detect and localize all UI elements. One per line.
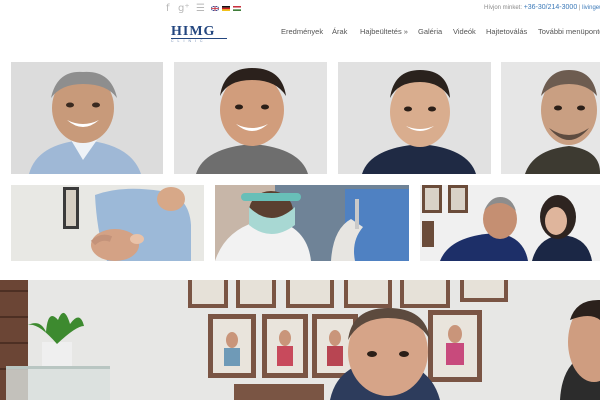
hero-photo: [0, 280, 600, 400]
portrait-image: [174, 62, 327, 174]
nav-item-arak[interactable]: Árak: [332, 27, 347, 36]
nav-item-eredmenyek[interactable]: Eredmények: [281, 27, 323, 36]
top-bar: f g⁺ ☰ Hívjon minket: +36-30/214-3000 | …: [0, 0, 600, 18]
portrait-photo-3[interactable]: [338, 62, 491, 174]
treatment-image: [11, 185, 204, 261]
patients-image: [420, 185, 600, 261]
header: HIMG CLINIC Eredmények Árak Hajbeültetés…: [0, 18, 600, 48]
contact-label: Hívjon minket:: [484, 5, 523, 11]
facebook-icon[interactable]: f: [166, 3, 170, 14]
rss-icon[interactable]: ☰: [196, 3, 205, 14]
phone-number[interactable]: +36-30/214-3000: [524, 4, 578, 11]
flag-de-icon[interactable]: [222, 6, 230, 11]
top-link[interactable]: livingeur: [582, 5, 600, 11]
logo[interactable]: HIMG CLINIC: [171, 24, 227, 46]
logo-sub: CLINIC: [171, 39, 207, 43]
portrait-image: [338, 62, 491, 174]
nav-item-videok[interactable]: Videók: [453, 27, 476, 36]
contact-info: Hívjon minket: +36-30/214-3000 | livinge…: [484, 4, 600, 11]
portrait-photo-4[interactable]: [501, 62, 600, 174]
flag-hu-icon[interactable]: [233, 6, 241, 11]
portrait-photo-2[interactable]: [174, 62, 327, 174]
gallery-photo-patients[interactable]: [420, 185, 600, 261]
nav-item-hajtetovalas[interactable]: Hajtetoválás: [486, 27, 527, 36]
gallery-photo-treatment[interactable]: [11, 185, 204, 261]
portrait-photo-1[interactable]: [11, 62, 163, 174]
portrait-image: [11, 62, 163, 174]
separator: |: [578, 5, 581, 11]
nav-item-tovabbi[interactable]: További menüpontok: [538, 27, 600, 36]
gallery-photo-doctor[interactable]: [215, 185, 409, 261]
nav-item-hajbeultetes[interactable]: Hajbeültetés »: [360, 27, 408, 36]
portrait-image: [501, 62, 600, 174]
nav-item-galeria[interactable]: Galéria: [418, 27, 442, 36]
flag-uk-icon[interactable]: [211, 6, 219, 11]
google-plus-icon[interactable]: g⁺: [178, 3, 190, 14]
office-image: [0, 280, 600, 400]
doctor-image: [215, 185, 409, 261]
